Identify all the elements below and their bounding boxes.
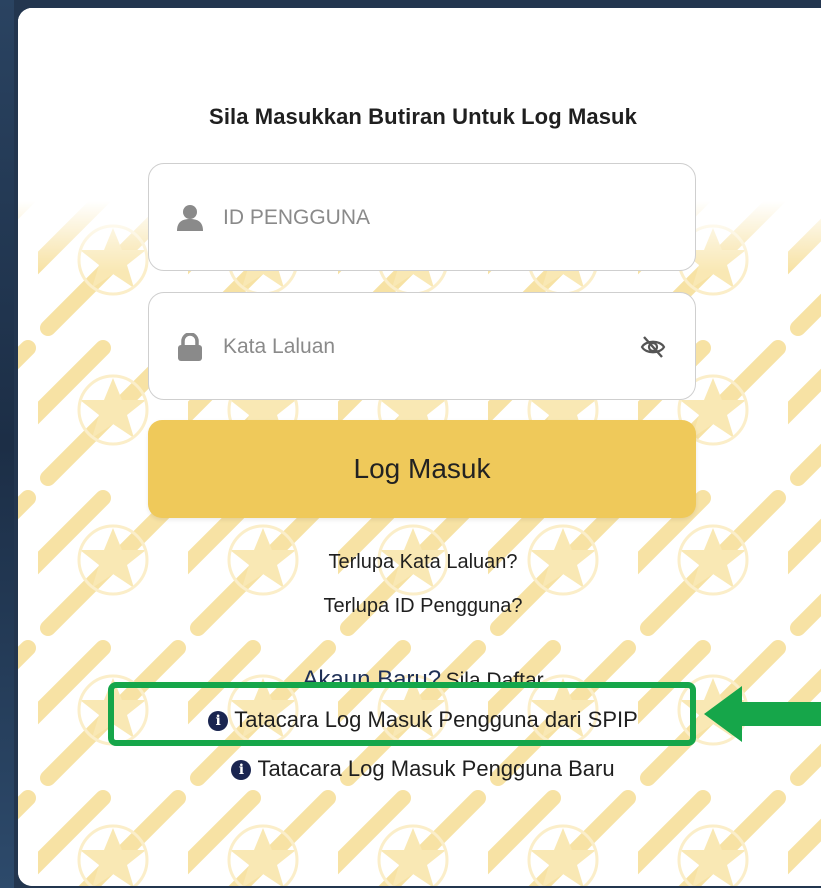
- login-heading: Sila Masukkan Butiran Untuk Log Masuk: [209, 104, 637, 129]
- page-background: [0, 0, 14, 888]
- info-circle-icon: i: [231, 760, 252, 780]
- user-id-input[interactable]: [221, 164, 605, 271]
- lock-icon: [178, 333, 202, 361]
- user-icon: [177, 205, 203, 231]
- arrow-left-icon: [704, 686, 821, 742]
- login-button[interactable]: Log Masuk: [148, 420, 696, 518]
- guide-new-user-label: Tatacara Log Masuk Pengguna Baru: [257, 756, 615, 781]
- forgot-password-link[interactable]: Terlupa Kata Laluan?: [18, 551, 821, 574]
- guide-new-user-link[interactable]: i Tatacara Log Masuk Pengguna Baru: [18, 756, 821, 782]
- eye-slash-icon[interactable]: [639, 335, 667, 359]
- forgot-user-id-link[interactable]: Terlupa ID Pengguna?: [18, 595, 821, 618]
- highlight-box: [108, 682, 696, 746]
- password-input[interactable]: [221, 293, 605, 400]
- password-field[interactable]: [148, 292, 696, 400]
- user-id-field[interactable]: [148, 163, 696, 271]
- login-card: Sila Masukkan Butiran Untuk Log Masuk Lo…: [18, 8, 821, 886]
